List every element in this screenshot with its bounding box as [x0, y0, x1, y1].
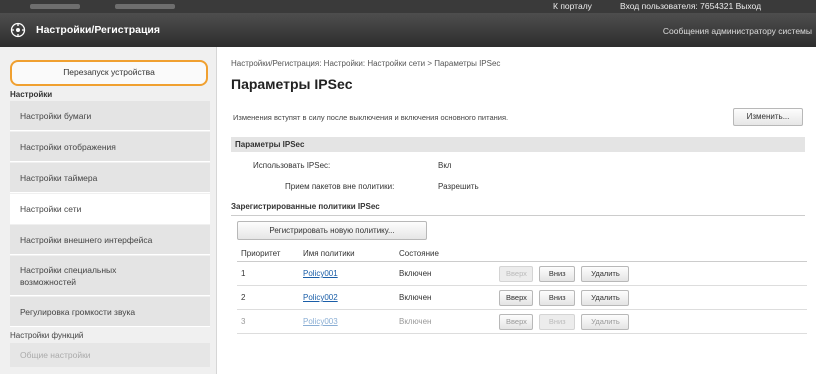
column-header: [495, 245, 807, 262]
column-header: Состояние: [395, 245, 495, 262]
register-policy-button[interactable]: Регистрировать новую политику...: [237, 221, 427, 240]
sidebar-item-volume[interactable]: Регулировка громкости звука: [10, 297, 210, 327]
sidebar-item-label: Регулировка громкости звука: [20, 307, 136, 317]
table-row: 3 Policy003 Включен Вверх Вниз Удалить: [237, 309, 807, 334]
column-header: Приоритет: [237, 245, 299, 262]
blurred-text: [115, 4, 175, 9]
priority-cell: 2: [237, 285, 299, 310]
move-up-button: Вверх: [499, 265, 533, 282]
sidebar: Перезапуск устройства Настройки Настройк…: [0, 47, 217, 374]
restart-device-button[interactable]: Перезапуск устройства: [10, 60, 208, 86]
actions-cell: Вверх Вниз Удалить: [495, 285, 807, 310]
sidebar-item-label: Настройки бумаги: [20, 111, 92, 121]
sidebar-section-functions: Настройки функций: [10, 331, 84, 340]
move-up-button[interactable]: Вверх: [499, 289, 533, 306]
delete-button[interactable]: Удалить: [581, 313, 630, 330]
section-header: Параметры IPSec: [231, 137, 805, 152]
portal-link[interactable]: К порталу: [553, 1, 592, 11]
notice-text: Изменения вступят в силу после выключени…: [233, 113, 509, 122]
actions-cell: Вверх Вниз Удалить: [495, 309, 807, 334]
sidebar-section-settings: Настройки: [10, 90, 53, 99]
policy-link[interactable]: Policy001: [303, 269, 338, 278]
sidebar-item-common[interactable]: Общие настройки: [10, 343, 210, 367]
table-row: 1 Policy001 Включен Вверх Вниз Удалить: [237, 261, 807, 286]
move-down-button[interactable]: Вниз: [539, 265, 576, 282]
login-info[interactable]: Вход пользователя: 7654321 Выход: [620, 1, 761, 11]
sidebar-item-label: Общие настройки: [20, 350, 91, 360]
breadcrumb: Настройки/Регистрация: Настройки: Настро…: [231, 59, 501, 68]
priority-cell: 1: [237, 261, 299, 286]
notice-row: Изменения вступят в силу после выключени…: [231, 109, 805, 127]
column-header: Имя политики: [299, 245, 395, 262]
table-header-row: Приоритет Имя политики Состояние: [237, 245, 807, 262]
registered-policies-title: Зарегистрированные политики IPSec: [231, 202, 380, 211]
actions-cell: Вверх Вниз Удалить: [495, 261, 807, 286]
delete-button[interactable]: Удалить: [581, 265, 630, 282]
use-ipsec-value: Вкл: [438, 161, 452, 170]
header-bar: Настройки/Регистрация Сообщения админист…: [0, 13, 816, 47]
policies-table: Приоритет Имя политики Состояние 1 Polic…: [237, 245, 807, 334]
use-ipsec-label: Использовать IPSec:: [253, 161, 331, 170]
policy-link[interactable]: Policy003: [303, 317, 338, 326]
sidebar-item-paper[interactable]: Настройки бумаги: [10, 101, 210, 131]
page-title: Параметры IPSec: [231, 76, 353, 92]
sidebar-item-network[interactable]: Настройки сети: [10, 194, 210, 224]
policy-link[interactable]: Policy002: [303, 293, 338, 302]
section-title: Параметры IPSec: [235, 140, 305, 149]
non-policy-label: Прием пакетов вне политики:: [285, 182, 395, 191]
restart-label: Перезапуск устройства: [63, 67, 155, 77]
app-title: Настройки/Регистрация: [36, 24, 160, 36]
move-down-button[interactable]: Вниз: [539, 289, 576, 306]
non-policy-value: Разрешить: [438, 182, 479, 191]
priority-cell: 3: [237, 309, 299, 334]
blurred-text: [30, 4, 80, 9]
sidebar-item-label: Настройки внешнего интерфейса: [20, 235, 153, 245]
settings-logo-icon: [10, 22, 26, 38]
divider: [231, 215, 805, 216]
sidebar-item-label: Настройки таймера: [20, 173, 98, 183]
state-cell: Включен: [395, 285, 495, 310]
sidebar-item-external-interface[interactable]: Настройки внешнего интерфейса: [10, 225, 210, 255]
sidebar-item-label: Настройки отображения: [20, 142, 116, 152]
state-cell: Включен: [395, 309, 495, 334]
delete-button[interactable]: Удалить: [581, 289, 630, 306]
edit-button[interactable]: Изменить...: [733, 108, 803, 126]
policy-name-cell: Policy001: [299, 261, 395, 286]
sidebar-item-accessibility[interactable]: Настройки специальных возможностей: [10, 256, 210, 296]
move-up-button[interactable]: Вверх: [499, 313, 533, 330]
sidebar-item-label: Настройки сети: [20, 204, 82, 214]
admin-message-link[interactable]: Сообщения администратору системы: [663, 26, 812, 36]
sidebar-item-timer[interactable]: Настройки таймера: [10, 163, 210, 193]
move-down-button: Вниз: [539, 313, 576, 330]
policy-name-cell: Policy002: [299, 285, 395, 310]
policy-name-cell: Policy003: [299, 309, 395, 334]
sidebar-item-display[interactable]: Настройки отображения: [10, 132, 210, 162]
state-cell: Включен: [395, 261, 495, 286]
top-bar: К порталу Вход пользователя: 7654321 Вых…: [0, 0, 816, 13]
sidebar-item-label: Настройки специальных возможностей: [20, 265, 117, 287]
table-row: 2 Policy002 Включен Вверх Вниз Удалить: [237, 285, 807, 310]
